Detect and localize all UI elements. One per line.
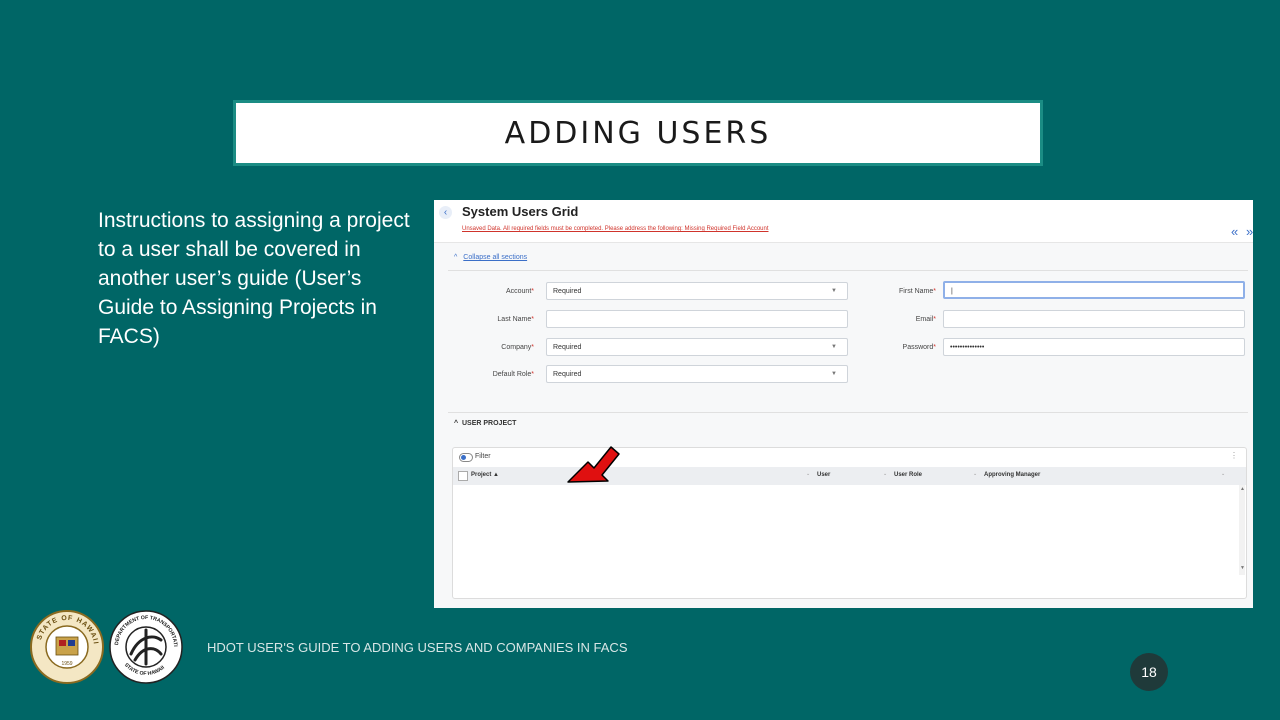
grid-body <box>453 485 1239 575</box>
collapse-all-link[interactable]: ^ Collapse all sections <box>454 254 527 261</box>
grid-header: ‹ System Users Grid Unsaved Data. All re… <box>434 200 1253 243</box>
red-arrow-icon <box>567 446 620 483</box>
user-project-label: USER PROJECT <box>461 420 517 427</box>
column-header-user-role[interactable]: User Role <box>894 472 922 478</box>
chevron-up-icon: ^ <box>454 254 458 261</box>
scroll-up-icon[interactable]: ▲ <box>1240 486 1245 492</box>
chevron-down-icon: ▼ <box>831 371 837 377</box>
slide-title: ADDING USERS <box>504 115 772 151</box>
footer-text: HDOT USER'S GUIDE TO ADDING USERS AND CO… <box>207 640 628 655</box>
filter-label: Filter <box>475 453 491 460</box>
column-menu-icon[interactable]: ⌄ <box>973 471 977 477</box>
user-project-section[interactable]: ^ USER PROJECT <box>454 420 516 427</box>
column-header-user[interactable]: User <box>817 472 830 478</box>
password-input[interactable]: •••••••••••••• <box>943 338 1245 356</box>
nav-next-icon[interactable]: » <box>1246 224 1253 239</box>
email-label: Email* <box>915 316 936 323</box>
collapse-all-label: Collapse all sections <box>463 254 528 261</box>
column-menu-icon[interactable]: ⌄ <box>806 471 810 477</box>
column-header-approving-manager[interactable]: Approving Manager <box>984 472 1040 478</box>
select-all-checkbox[interactable] <box>458 471 468 481</box>
first-name-label: First Name* <box>899 288 936 295</box>
email-input[interactable] <box>943 310 1245 328</box>
company-select[interactable]: Required ▼ <box>546 338 848 356</box>
svg-text:1959: 1959 <box>61 661 72 667</box>
state-of-hawaii-seal-icon: STATE OF HAWAII 1959 <box>30 610 104 684</box>
scroll-down-icon[interactable]: ▼ <box>1240 565 1245 571</box>
column-menu-icon[interactable]: ⌄ <box>883 471 887 477</box>
filter-toggle[interactable] <box>459 453 473 462</box>
more-options-icon[interactable]: ⋮ <box>1230 451 1238 460</box>
vertical-scrollbar[interactable] <box>1239 485 1245 575</box>
default-role-select[interactable]: Required ▼ <box>546 365 848 383</box>
column-menu-icon[interactable]: ⌄ <box>1221 471 1225 477</box>
page-title: System Users Grid <box>462 204 579 219</box>
password-label: Password* <box>902 344 936 351</box>
instructions-text: Instructions to assigning a project to a… <box>98 209 410 348</box>
chevron-down-icon: ▼ <box>831 344 837 350</box>
account-label: Account* <box>505 288 534 295</box>
last-name-label: Last Name* <box>497 316 534 323</box>
screenshot-panel: ‹ System Users Grid Unsaved Data. All re… <box>434 200 1253 608</box>
default-role-label: Default Role* <box>492 371 534 378</box>
chevron-left-icon[interactable]: ‹ <box>439 206 452 219</box>
slide-title-box: ADDING USERS <box>233 100 1043 166</box>
chevron-down-icon: ▼ <box>831 288 837 294</box>
nav-prev-icon[interactable]: « <box>1231 224 1238 239</box>
account-select[interactable]: Required ▼ <box>546 282 848 300</box>
unsaved-warning[interactable]: Unsaved Data. All required fields must b… <box>462 226 769 232</box>
last-name-input[interactable] <box>546 310 848 328</box>
hdot-logo-icon: DEPARTMENT OF TRANSPORTATION STATE OF HA… <box>109 610 183 684</box>
first-name-input[interactable]: | <box>943 281 1245 299</box>
chevron-up-icon: ^ <box>454 420 459 427</box>
divider <box>448 412 1248 413</box>
divider <box>448 270 1248 271</box>
column-header-project[interactable]: Project ▲ <box>471 472 499 478</box>
company-label: Company* <box>501 344 534 351</box>
page-number: 18 <box>1130 653 1168 691</box>
